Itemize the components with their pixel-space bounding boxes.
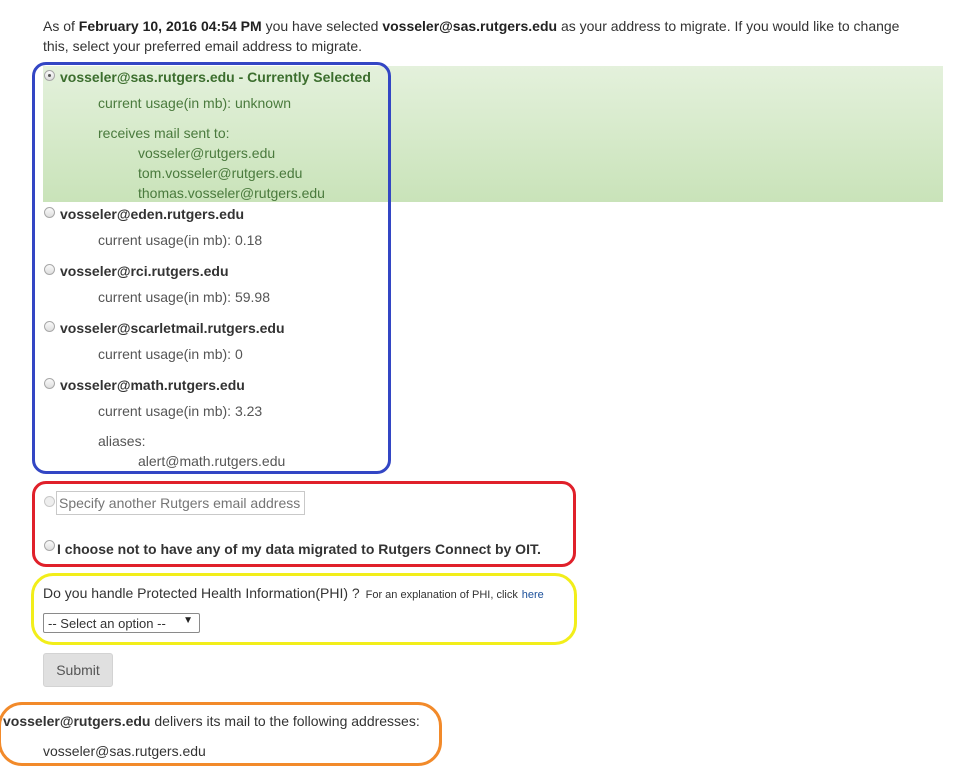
annotation-outline-red (32, 481, 576, 567)
selected-address: vosseler@sas.rutgers.edu (382, 18, 558, 34)
selected-datetime: February 10, 2016 04:54 PM (78, 18, 262, 34)
submit-button[interactable]: Submit (43, 653, 113, 687)
annotation-outline-blue (32, 62, 391, 474)
annotation-outline-yellow (31, 573, 577, 645)
intro-text: As of February 10, 2016 04:54 PM you hav… (43, 18, 900, 54)
annotation-outline-orange (0, 702, 442, 766)
